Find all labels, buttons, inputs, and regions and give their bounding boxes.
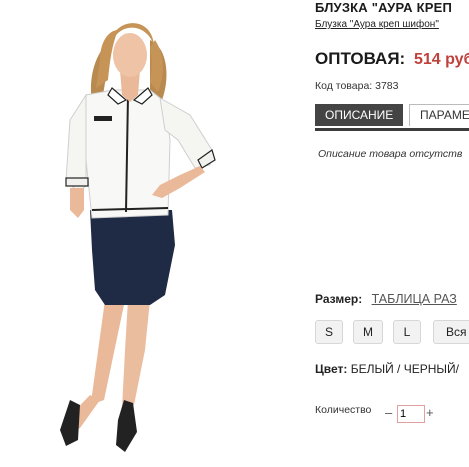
product-code: Код товара: 3783: [315, 80, 399, 92]
product-photo[interactable]: [0, 0, 305, 462]
quantity-plus-button[interactable]: +: [426, 405, 434, 420]
product-title: БЛУЗКА "АУРА КРЕП: [315, 0, 452, 15]
size-option-m[interactable]: M: [353, 320, 383, 344]
price-block: ОПТОВАЯ: 514 руб: [315, 49, 469, 69]
size-option-s[interactable]: S: [315, 320, 343, 344]
color-value: БЕЛЫЙ / ЧЕРНЫЙ/: [350, 362, 459, 376]
size-option-all[interactable]: Вся р: [433, 320, 469, 344]
color-label: Цвет:: [315, 362, 348, 376]
tab-parameters[interactable]: ПАРАМЕ: [409, 104, 469, 126]
description-text: Описание товара отсутств: [318, 148, 463, 160]
tab-description[interactable]: ОПИСАНИЕ: [315, 104, 404, 126]
price-label: ОПТОВАЯ:: [315, 49, 406, 68]
quantity-input[interactable]: [397, 405, 425, 423]
price-value: 514 руб: [413, 51, 469, 68]
color-row: Цвет: БЕЛЫЙ / ЧЕРНЫЙ/: [315, 362, 459, 376]
size-table-link[interactable]: ТАБЛИЦА РАЗ: [372, 292, 457, 306]
quantity-minus-button[interactable]: –: [385, 405, 392, 420]
product-photo-figure: [60, 23, 216, 452]
quantity-row: Количество – +: [315, 404, 434, 423]
product-info-panel: БЛУЗКА "АУРА КРЕП Блузка "Аура креп шифо…: [315, 0, 469, 462]
size-label: Размер:: [315, 292, 363, 306]
size-row: Размер: ТАБЛИЦА РАЗ: [315, 292, 457, 306]
product-subtitle-link[interactable]: Блузка "Аура креп шифон": [315, 19, 439, 30]
quantity-label: Количество: [315, 404, 372, 416]
size-option-l[interactable]: L: [393, 320, 421, 344]
product-tabs: ОПИСАНИЕ ПАРАМЕ: [315, 104, 469, 131]
